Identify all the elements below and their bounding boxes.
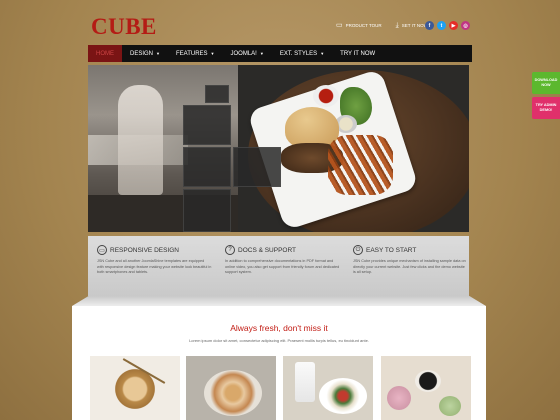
thumb-breakfast[interactable] [283, 356, 373, 420]
set-it-now-link[interactable]: ⤓ SET IT NOW [396, 22, 428, 29]
facebook-icon[interactable]: f [425, 21, 434, 30]
social-icons: f t ▶ ◎ [425, 21, 470, 30]
tile [205, 85, 229, 103]
fries [328, 135, 393, 195]
nav-joomla[interactable]: JOOMLA! ▼ [223, 45, 272, 62]
milk-bottle [295, 362, 315, 402]
download-icon: ⤓ [395, 22, 399, 29]
nav-home[interactable]: HOME [88, 45, 122, 62]
hero-slideshow[interactable] [88, 65, 469, 232]
feature-docs: ? DOCS & SUPPORT In addition to comprehe… [225, 245, 340, 276]
feature-title: RESPONSIVE DESIGN [110, 246, 179, 254]
product-tour-link[interactable]: ▭ PRODUCT TOUR [336, 22, 382, 29]
feature-responsive: ▭ RESPONSIVE DESIGN JSN Cube and all ano… [97, 245, 212, 276]
nav-ext-styles-label: EXT. STYLES [279, 50, 318, 57]
caret-down-icon: ▼ [210, 51, 215, 56]
fruit-bowl [319, 378, 367, 414]
monitor-icon: ▭ [97, 245, 107, 255]
main-nav: HOME DESIGN ▼ FEATURES ▼ JOOMLA! ▼ EXT. STY… [88, 45, 472, 62]
set-it-now-label: SET IT NOW [401, 23, 428, 28]
tile [233, 147, 281, 187]
nav-joomla-label: JOOMLA! [230, 50, 257, 57]
try-admin-demo-button[interactable]: TRY ADMIN DEMO! [532, 97, 560, 119]
nav-design-label: DESIGN [130, 50, 154, 57]
feature-text: In addition to comprehensive documentati… [225, 259, 340, 274]
thumb-macarons[interactable] [381, 356, 471, 420]
promo-subtagline: Lorem ipsum dolor sit amet, consectetur … [189, 338, 369, 343]
chef-figure [118, 85, 163, 195]
macaron [387, 386, 411, 410]
nav-home-label: HOME [96, 50, 114, 57]
tile [183, 189, 231, 232]
thumb-dumplings[interactable] [90, 356, 180, 420]
site-logo[interactable]: CUBE [91, 14, 157, 40]
tile [183, 105, 231, 145]
nav-try-it-now[interactable]: TRY IT NOW [332, 45, 383, 62]
top-links: ▭ PRODUCT TOUR ⤓ SET IT NOW [336, 22, 438, 29]
twitter-icon[interactable]: t [437, 21, 446, 30]
nav-features-label: FEATURES [175, 50, 208, 57]
instagram-icon[interactable]: ◎ [461, 21, 470, 30]
ketchup-bowl [313, 85, 339, 107]
power-icon: ⏻ [353, 245, 363, 255]
caret-down-icon: ▼ [156, 51, 160, 56]
feature-easy-start: ⏻ EASY TO START JSN Cube provides unique… [353, 245, 468, 276]
nav-try-it-now-label: TRY IT NOW [340, 50, 376, 57]
promo-tagline: Always fresh, don't miss it [230, 323, 328, 333]
feature-title: EASY TO START [366, 246, 417, 254]
section-shadow [72, 296, 486, 306]
page: CUBE ▭ PRODUCT TOUR ⤓ SET IT NOW f t ▶ ◎… [0, 0, 560, 420]
caret-down-icon: ▼ [320, 51, 325, 56]
feature-text: JSN Cube and all another JoomlaShine tem… [97, 259, 212, 274]
feature-text: JSN Cube provides unique mechanism of in… [353, 259, 466, 274]
monitor-icon: ▭ [336, 22, 343, 29]
dumpling-plate [112, 366, 158, 412]
caret-down-icon: ▼ [259, 51, 264, 56]
feature-title: DOCS & SUPPORT [238, 246, 297, 254]
nav-ext-styles[interactable]: EXT. STYLES ▼ [272, 45, 332, 62]
thumb-cookies[interactable] [186, 356, 276, 420]
promo-section: Always fresh, don't miss it Lorem ipsum … [72, 306, 486, 420]
nav-features[interactable]: FEATURES ▼ [168, 45, 223, 62]
youtube-icon[interactable]: ▶ [449, 21, 458, 30]
macaron [439, 396, 461, 416]
cookie-bowl [204, 370, 262, 416]
tile [183, 147, 231, 187]
product-tour-label: PRODUCT TOUR [345, 23, 382, 28]
coffee-cup [415, 370, 441, 392]
download-now-button[interactable]: DOWNLOAD NOW [532, 72, 560, 94]
help-icon: ? [225, 245, 235, 255]
features-strip: ▭ RESPONSIVE DESIGN JSN Cube and all ano… [88, 236, 469, 296]
nav-design[interactable]: DESIGN ▼ [122, 45, 168, 62]
